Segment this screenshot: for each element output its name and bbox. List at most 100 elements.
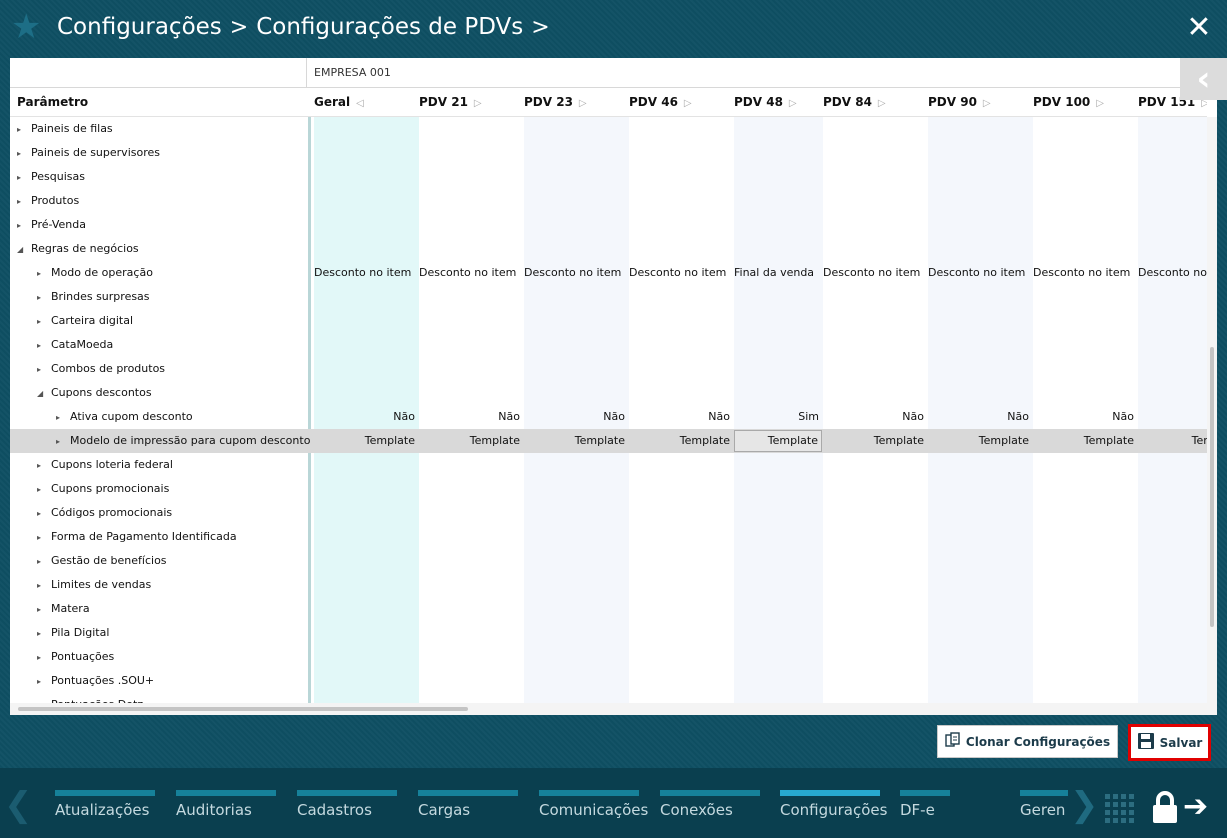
tree-row[interactable]: ▸ Pontuações xyxy=(10,645,1207,669)
tree-collapsed-icon[interactable]: ▸ xyxy=(37,478,51,502)
tree-collapsed-icon[interactable]: ▸ xyxy=(37,670,51,694)
tree-collapsed-icon[interactable]: ▸ xyxy=(37,574,51,598)
grid-cell[interactable]: Template xyxy=(524,429,625,453)
tree-row-label[interactable]: ▸ Pila Digital xyxy=(37,621,109,645)
tree-row[interactable]: ▸ Pila Digital xyxy=(10,621,1207,645)
grid-cell[interactable]: Não xyxy=(314,405,415,429)
grid-cell[interactable]: Template xyxy=(734,430,822,452)
tree-collapsed-icon[interactable]: ▸ xyxy=(17,214,31,238)
tree-row-label[interactable]: ▸ Pesquisas xyxy=(17,165,85,189)
tree-row-label[interactable]: ▸ Produtos xyxy=(17,189,79,213)
grid-cell[interactable]: Não xyxy=(629,405,730,429)
tree-collapsed-icon[interactable]: ▸ xyxy=(37,310,51,334)
tree-row-label[interactable]: ▸ Combos de produtos xyxy=(37,357,165,381)
tree-row-label[interactable]: ▸ Pré-Venda xyxy=(17,213,86,237)
grid-cell[interactable]: Não xyxy=(823,405,924,429)
grid-cell[interactable]: Desconto no item xyxy=(1033,261,1130,285)
tree-row-label[interactable]: ▸ Cupons promocionais xyxy=(37,477,169,501)
tree-row[interactable]: ▸Pontuações Dotz xyxy=(10,693,1207,703)
grid-cell[interactable]: Template xyxy=(928,429,1029,453)
tree-collapsed-icon[interactable]: ▸ xyxy=(37,646,51,670)
grid-cell[interactable]: Template xyxy=(823,429,924,453)
nav-item[interactable]: Geren xyxy=(1020,790,1068,830)
column-header[interactable]: PDV 90 ▷ xyxy=(928,88,991,117)
tree-row-label[interactable]: ▸ Modelo de impressão para cupom desconto xyxy=(56,429,310,453)
tree-collapsed-icon[interactable]: ▸ xyxy=(17,118,31,142)
expand-arrow-icon[interactable]: ▷ xyxy=(983,98,991,109)
tree-collapsed-icon[interactable]: ▸ xyxy=(17,166,31,190)
tree-row-label[interactable]: ▸ Limites de vendas xyxy=(37,573,151,597)
tree-collapsed-icon[interactable]: ▸ xyxy=(37,334,51,358)
grid-cell[interactable]: Desconto no item xyxy=(524,261,621,285)
grid-cell[interactable]: Template xyxy=(1033,429,1134,453)
tree-row[interactable]: ▸ Paineis de filas xyxy=(10,117,1207,141)
column-header[interactable]: PDV 48 ▷ xyxy=(734,88,797,117)
tree-expanded-icon[interactable]: ◢ xyxy=(37,382,51,406)
tree-row[interactable]: ▸ Cupons promocionais xyxy=(10,477,1207,501)
expand-arrow-icon[interactable]: ▷ xyxy=(474,98,482,109)
tree-collapsed-icon[interactable]: ▸ xyxy=(37,262,51,286)
grid-cell[interactable]: Template xyxy=(419,429,520,453)
expand-arrow-icon[interactable]: ▷ xyxy=(789,98,797,109)
tree-row[interactable]: ▸ Cupons loteria federal xyxy=(10,453,1207,477)
tree-row-label[interactable]: ▸ Pontuações xyxy=(37,645,114,669)
tree-collapsed-icon[interactable]: ▸ xyxy=(17,142,31,166)
tree-collapsed-icon[interactable]: ▸ xyxy=(17,190,31,214)
grid-cell[interactable]: Desconto no item xyxy=(314,261,411,285)
collapse-panel-icon[interactable]: ‹ xyxy=(1180,58,1227,100)
tree-row[interactable]: ▸ CataMoeda xyxy=(10,333,1207,357)
horizontal-scrollbar[interactable] xyxy=(10,703,1207,715)
grid-cell[interactable]: Sim xyxy=(734,405,819,429)
tree-row-label[interactable]: ▸ Matera xyxy=(37,597,90,621)
column-header[interactable]: PDV 100 ▷ xyxy=(1033,88,1104,117)
tree-row-label[interactable]: ▸ Paineis de supervisores xyxy=(17,141,160,165)
grid-cell[interactable]: Desconto no item xyxy=(928,261,1025,285)
column-header[interactable]: PDV 23 ▷ xyxy=(524,88,587,117)
tree-collapsed-icon[interactable]: ▸ xyxy=(37,526,51,550)
tree-collapsed-icon[interactable]: ▸ xyxy=(37,694,51,703)
grid-cell[interactable]: Tem xyxy=(1138,429,1207,453)
grid-cell[interactable]: Desconto no item xyxy=(629,261,726,285)
tree-collapsed-icon[interactable]: ▸ xyxy=(37,622,51,646)
grid-cell[interactable]: Desconto no item xyxy=(823,261,920,285)
tree-row[interactable]: ▸ Forma de Pagamento Identificada xyxy=(10,525,1207,549)
tree-row-label[interactable]: ▸ Gestão de benefícios xyxy=(37,549,167,573)
tree-row[interactable]: ▸ Carteira digital xyxy=(10,309,1207,333)
breadcrumb-item-configuracoes-pdvs[interactable]: Configurações de PDVs xyxy=(256,14,523,40)
close-icon[interactable]: ✕ xyxy=(1185,13,1213,43)
tree-row[interactable]: ▸ Brindes surpresas xyxy=(10,285,1207,309)
tree-row[interactable]: ▸ Combos de produtos xyxy=(10,357,1207,381)
grid-cell[interactable] xyxy=(1138,405,1207,429)
star-icon[interactable]: ★ xyxy=(11,10,45,44)
expand-arrow-icon[interactable]: ▷ xyxy=(684,98,692,109)
grid-cell[interactable]: Template xyxy=(629,429,730,453)
breadcrumb-item-configuracoes[interactable]: Configurações xyxy=(57,14,222,40)
tree-row[interactable]: ▸ Limites de vendas xyxy=(10,573,1207,597)
tree-collapsed-icon[interactable]: ▸ xyxy=(37,358,51,382)
column-header[interactable]: Geral ◁ xyxy=(314,88,364,117)
grid-cell[interactable]: Não xyxy=(419,405,520,429)
tree-row[interactable]: ▸ Produtos xyxy=(10,189,1207,213)
tree-row[interactable]: ▸ Pesquisas xyxy=(10,165,1207,189)
tree-row-label[interactable]: ◢ Regras de negócios xyxy=(17,237,139,261)
grid-cell[interactable]: Não xyxy=(524,405,625,429)
tree-row[interactable]: ◢ Regras de negócios xyxy=(10,237,1207,261)
column-header[interactable]: PDV 46 ▷ xyxy=(629,88,692,117)
tree-row-label[interactable]: ▸ Cupons loteria federal xyxy=(37,453,173,477)
tree-row[interactable]: ▸ Modo de operação Desconto no item Descont… xyxy=(10,261,1207,285)
logout-arrow-icon[interactable]: ➔ xyxy=(1183,792,1217,822)
lock-icon[interactable] xyxy=(1150,790,1180,824)
expand-arrow-icon[interactable]: ▷ xyxy=(878,98,886,109)
vertical-scrollbar[interactable] xyxy=(1207,117,1217,715)
tree-row-label[interactable]: ▸ Modo de operação xyxy=(37,261,153,285)
grid-cell[interactable]: Desconto no xyxy=(1138,261,1207,285)
collapse-arrow-icon[interactable]: ◁ xyxy=(356,98,364,109)
tree-row[interactable]: ▸ Pontuações .SOU+ xyxy=(10,669,1207,693)
vertical-scroll-thumb[interactable] xyxy=(1210,347,1214,627)
tree-row[interactable]: ▸ Gestão de benefícios xyxy=(10,549,1207,573)
clone-configurations-button[interactable]: Clonar Configurações xyxy=(937,725,1118,758)
nav-previous-icon[interactable]: ❮ xyxy=(4,788,33,822)
horizontal-scroll-thumb[interactable] xyxy=(18,707,468,711)
grid-cell[interactable]: Desconto no item xyxy=(419,261,516,285)
tree-row-label[interactable]: ▸ Ativa cupom desconto xyxy=(56,405,193,429)
